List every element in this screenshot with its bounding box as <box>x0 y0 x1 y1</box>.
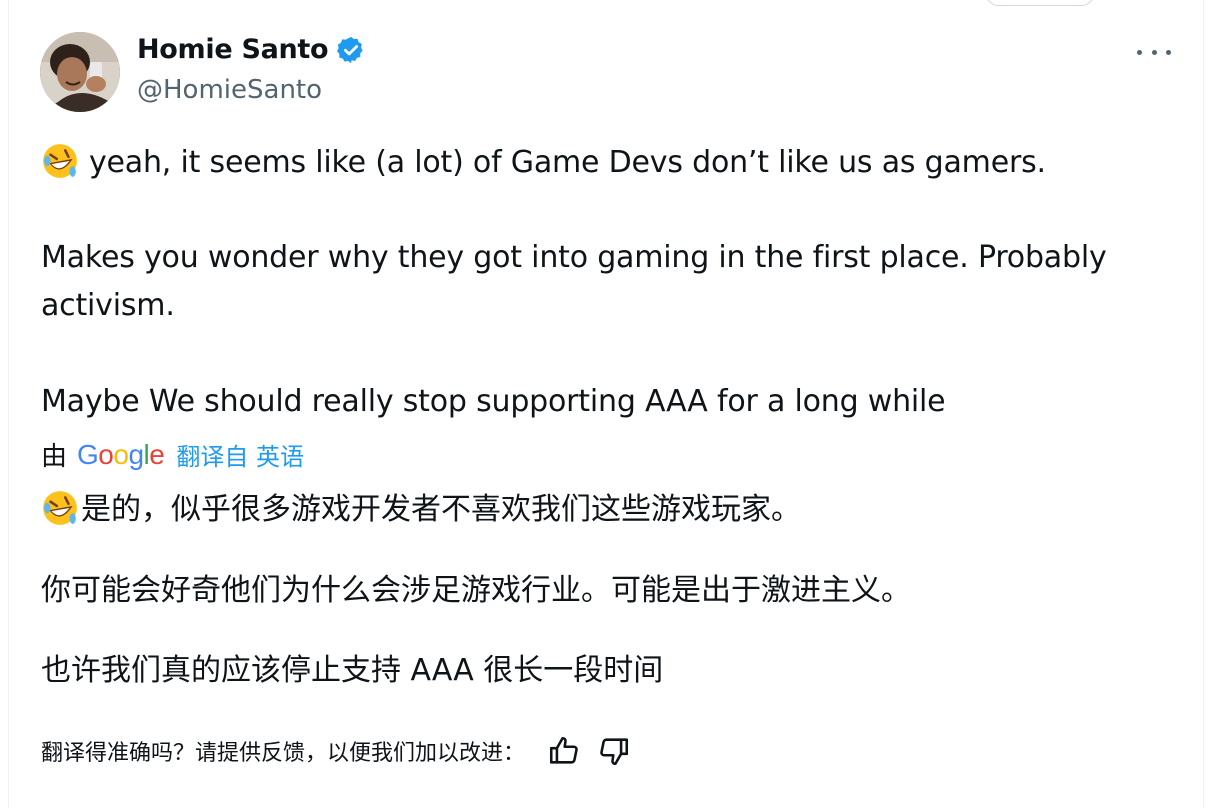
name-row: Homie Santo <box>137 34 366 65</box>
tweet-line-1-text: yeah, it seems like (a lot) of Game Devs… <box>89 145 1046 180</box>
translated-line-1: 是的，似乎很多游戏开发者不喜欢我们这些游戏玩家。 <box>41 484 801 528</box>
thumbs-down-icon[interactable] <box>597 734 631 768</box>
tweet-line-2a: Makes you wonder why they got into gamin… <box>41 240 1107 275</box>
thumbs-up-icon[interactable] <box>547 734 581 768</box>
display-name[interactable]: Homie Santo <box>137 34 329 65</box>
translation-attribution: 由 Google 翻译自 英语 <box>41 436 304 473</box>
tweet-line-3: Maybe We should really stop supporting A… <box>41 384 946 419</box>
avatar-image <box>40 32 120 112</box>
more-horizontal-icon[interactable] <box>1137 38 1171 66</box>
translation-feedback: 翻译得准确吗？请提供反馈，以便我们加以改进： <box>41 734 631 768</box>
rofl-emoji-icon <box>41 142 79 180</box>
feedback-prompt: 翻译得准确吗？请提供反馈，以便我们加以改进： <box>41 741 526 766</box>
by-label: 由 <box>41 442 68 472</box>
translated-from-link[interactable]: 翻译自 英语 <box>176 437 304 472</box>
translated-line-1-text: 是的，似乎很多游戏开发者不喜欢我们这些游戏玩家。 <box>81 492 801 527</box>
verified-badge-icon[interactable] <box>336 35 366 65</box>
google-logo: Google <box>77 438 165 470</box>
user-handle[interactable]: @HomieSanto <box>137 75 322 105</box>
rofl-emoji-icon <box>41 489 79 527</box>
translated-line-2: 你可能会好奇他们为什么会涉足游戏行业。可能是出于激进主义。 <box>41 573 911 608</box>
avatar[interactable] <box>40 32 120 112</box>
tweet-line-2b: activism. <box>41 288 175 323</box>
top-button-partial[interactable] <box>985 0 1095 6</box>
tweet-line-1: yeah, it seems like (a lot) of Game Devs… <box>41 142 1046 180</box>
translated-line-3: 也许我们真的应该停止支持 AAA 很长一段时间 <box>41 653 664 688</box>
